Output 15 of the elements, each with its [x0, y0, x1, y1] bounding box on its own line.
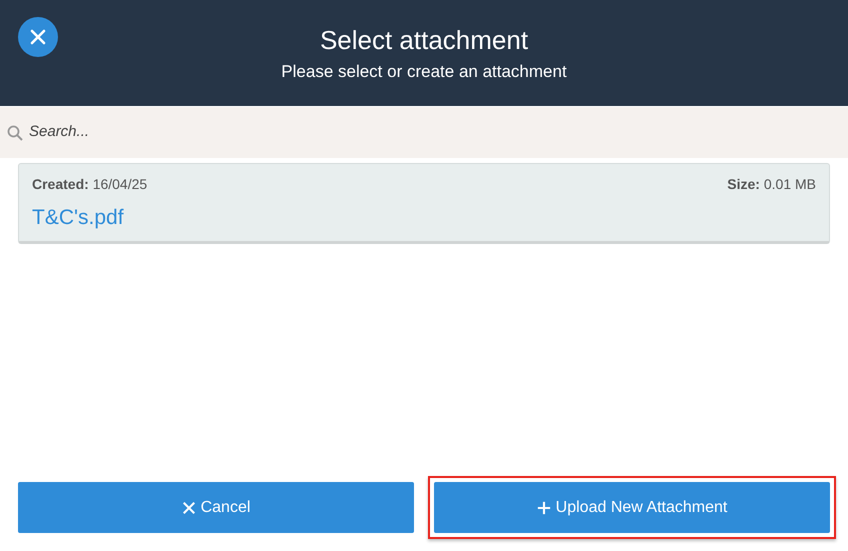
search-icon — [7, 124, 23, 140]
search-field[interactable]: Search... — [0, 107, 848, 158]
file-size: Size: 0.01 MB — [727, 175, 816, 194]
close-icon — [30, 29, 46, 45]
dialog-title: Select attachment — [320, 24, 528, 56]
plus-icon — [536, 500, 551, 514]
dialog-subtitle: Please select or create an attachment — [281, 60, 567, 82]
attachment-card[interactable]: Created: 16/04/25 Size: 0.01 MB T&C's.pdf — [18, 163, 830, 244]
created-date: Created: 16/04/25 — [32, 175, 148, 194]
close-button[interactable] — [18, 17, 58, 57]
close-icon — [182, 500, 196, 514]
search-input[interactable]: Search... — [29, 121, 841, 144]
file-name-link[interactable]: T&C's.pdf — [32, 202, 124, 234]
cancel-button[interactable]: Cancel — [18, 482, 414, 533]
upload-button[interactable]: Upload New Attachment — [434, 482, 830, 533]
